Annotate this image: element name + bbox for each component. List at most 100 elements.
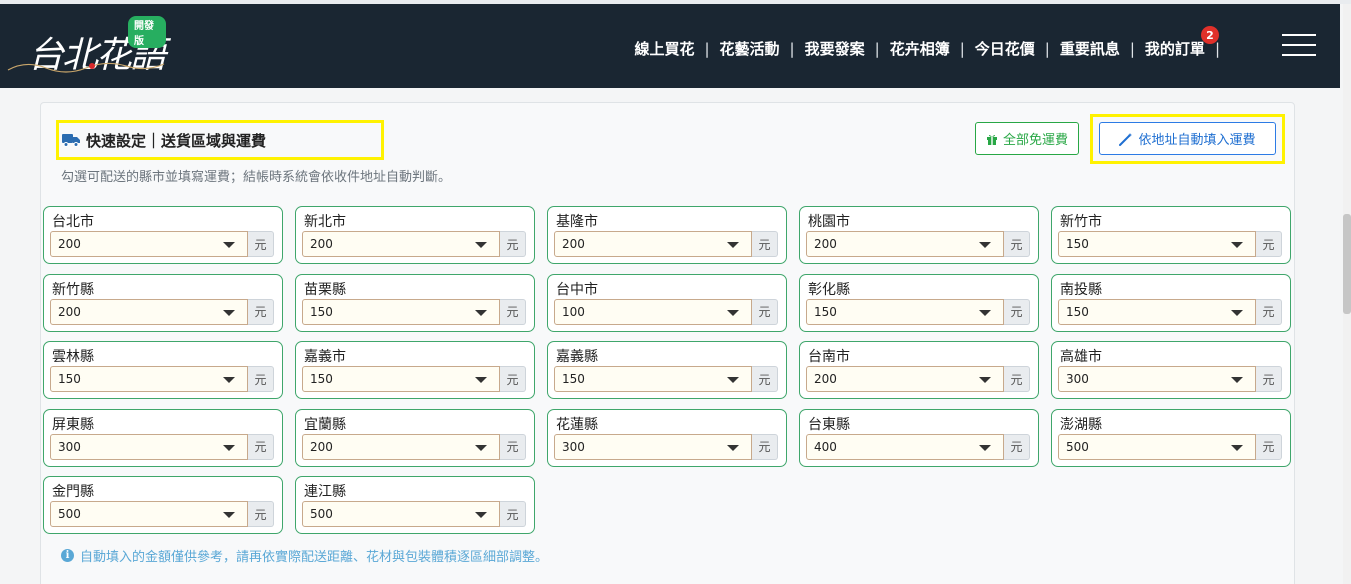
nav-todays-prices[interactable]: 今日花價: [975, 38, 1035, 59]
caret-down-icon: [223, 444, 235, 451]
shipping-fee-select[interactable]: 100: [554, 298, 752, 325]
currency-unit: 元: [1256, 231, 1282, 257]
shipping-fee-select[interactable]: 300: [1058, 366, 1256, 392]
region-name: 花蓮縣: [556, 416, 598, 433]
caret-down-icon: [223, 242, 235, 248]
region-tile: 台中市 100 元: [547, 273, 787, 332]
currency-unit: 元: [752, 298, 778, 325]
shipping-fee-select[interactable]: 300: [50, 433, 248, 460]
shipping-fee-value: 100: [562, 304, 585, 319]
region-name: 嘉義市: [304, 349, 346, 365]
shipping-fee-value: 200: [58, 237, 81, 251]
caret-down-icon: [1231, 444, 1243, 451]
nav-online-flowers[interactable]: 線上買花: [634, 38, 694, 59]
caret-down-icon: [979, 444, 991, 451]
shipping-fee-select[interactable]: 150: [1058, 298, 1256, 325]
caret-down-icon: [475, 444, 487, 451]
main-nav: 線上買花 | 花藝活動 | 我要發案 | 花卉相簿 | 今日花價 | 重要訊息 …: [634, 26, 1230, 59]
scrollbar-thumb[interactable]: [1343, 214, 1351, 314]
currency-unit: 元: [752, 366, 778, 392]
region-tile: 屏東縣 300 元: [43, 408, 283, 467]
currency-unit: 元: [248, 501, 274, 527]
region-name: 台南市: [808, 349, 850, 365]
page-scrollbar[interactable]: [1343, 4, 1351, 584]
nav-separator: |: [789, 39, 795, 58]
shipping-fee-value: 150: [310, 304, 333, 319]
region-tile: 宜蘭縣 200 元: [295, 408, 535, 467]
card-footnote: i 自動填入的金額僅供參考，請再依實際配送距離、花材與包裝體積逐區細部調整。: [61, 546, 548, 565]
orders-count-badge: 2: [1200, 26, 1219, 44]
nav-flower-album[interactable]: 花卉相簿: [890, 38, 950, 59]
region-name: 彰化縣: [808, 281, 850, 298]
shipping-fee-select[interactable]: 200: [554, 231, 752, 257]
shipping-fee-select[interactable]: 500: [302, 501, 500, 527]
region-tile: 澎湖縣 500 元: [1051, 408, 1291, 467]
shipping-fee-select[interactable]: 200: [50, 298, 248, 325]
shipping-fee-select[interactable]: 300: [554, 433, 752, 460]
currency-unit: 元: [500, 231, 526, 257]
shipping-fee-value: 200: [814, 372, 837, 386]
shipping-fee-select[interactable]: 500: [50, 501, 248, 527]
hamburger-menu-icon[interactable]: [1282, 32, 1316, 58]
region-tile: 新竹市 150 元: [1051, 206, 1291, 264]
nav-my-orders[interactable]: 我的訂單 2: [1145, 26, 1219, 59]
nav-floral-events[interactable]: 花藝活動: [720, 38, 780, 59]
region-tile: 台北市 200 元: [43, 206, 283, 264]
currency-unit: 元: [248, 231, 274, 257]
shipping-fee-select[interactable]: 200: [806, 231, 1004, 257]
shipping-fee-select[interactable]: 150: [302, 298, 500, 325]
all-free-shipping-button[interactable]: 全部免運費: [975, 122, 1080, 155]
region-tile: 新竹縣 200 元: [43, 273, 283, 332]
shipping-fee-value: 150: [1066, 304, 1089, 319]
auto-fill-shipping-button[interactable]: 依地址自動填入運費: [1099, 122, 1276, 155]
shipping-fee-select[interactable]: 200: [50, 231, 248, 257]
region-name: 新竹縣: [52, 281, 94, 298]
caret-down-icon: [475, 377, 487, 383]
shipping-fee-select[interactable]: 200: [302, 231, 500, 257]
nav-separator: |: [1044, 39, 1050, 58]
shipping-fee-value: 200: [814, 237, 837, 251]
caret-down-icon: [727, 377, 739, 383]
region-name: 桃園市: [808, 214, 850, 230]
region-name: 金門縣: [52, 484, 94, 500]
shipping-fee-select[interactable]: 400: [806, 433, 1004, 460]
nav-separator: |: [1129, 39, 1135, 58]
region-name: 基隆市: [556, 214, 598, 230]
shipping-fee-select[interactable]: 150: [302, 366, 500, 392]
region-name: 南投縣: [1060, 281, 1102, 298]
site-logo[interactable]: 台北花語 開發版: [6, 12, 166, 82]
shipping-fee-value: 200: [310, 237, 333, 251]
caret-down-icon: [223, 309, 235, 316]
shipping-fee-select[interactable]: 150: [50, 366, 248, 392]
caret-down-icon: [1231, 309, 1243, 316]
shipping-fee-value: 150: [58, 372, 81, 386]
caret-down-icon: [979, 309, 991, 316]
shipping-fee-value: 200: [58, 304, 81, 319]
shipping-fee-select[interactable]: 150: [1058, 231, 1256, 257]
region-name: 新北市: [304, 214, 346, 230]
region-name: 澎湖縣: [1060, 416, 1102, 433]
currency-unit: 元: [248, 433, 274, 460]
region-tile: 嘉義縣 150 元: [547, 341, 787, 399]
shipping-fee-select[interactable]: 150: [806, 298, 1004, 325]
region-name: 連江縣: [304, 484, 346, 500]
caret-down-icon: [475, 512, 487, 518]
nav-post-job[interactable]: 我要發案: [805, 38, 865, 59]
shipping-fee-select[interactable]: 200: [806, 366, 1004, 392]
site-header: 台北花語 開發版 線上買花 | 花藝活動 | 我要發案 | 花卉相簿 | 今日花…: [0, 4, 1340, 88]
region-tile: 雲林縣 150 元: [43, 341, 283, 399]
caret-down-icon: [727, 242, 739, 248]
region-tile: 嘉義市 150 元: [295, 341, 535, 399]
nav-important-news[interactable]: 重要訊息: [1060, 38, 1120, 59]
shipping-fee-select[interactable]: 500: [1058, 433, 1256, 460]
region-tile: 高雄市 300 元: [1051, 341, 1291, 399]
shipping-fee-value: 500: [1066, 439, 1089, 454]
currency-unit: 元: [500, 501, 526, 527]
currency-unit: 元: [500, 366, 526, 392]
currency-unit: 元: [500, 298, 526, 325]
magic-wand-icon: [1119, 132, 1133, 146]
shipping-fee-select[interactable]: 200: [302, 433, 500, 460]
shipping-fee-select[interactable]: 150: [554, 366, 752, 392]
shipping-fee-value: 500: [310, 507, 333, 521]
caret-down-icon: [979, 377, 991, 383]
